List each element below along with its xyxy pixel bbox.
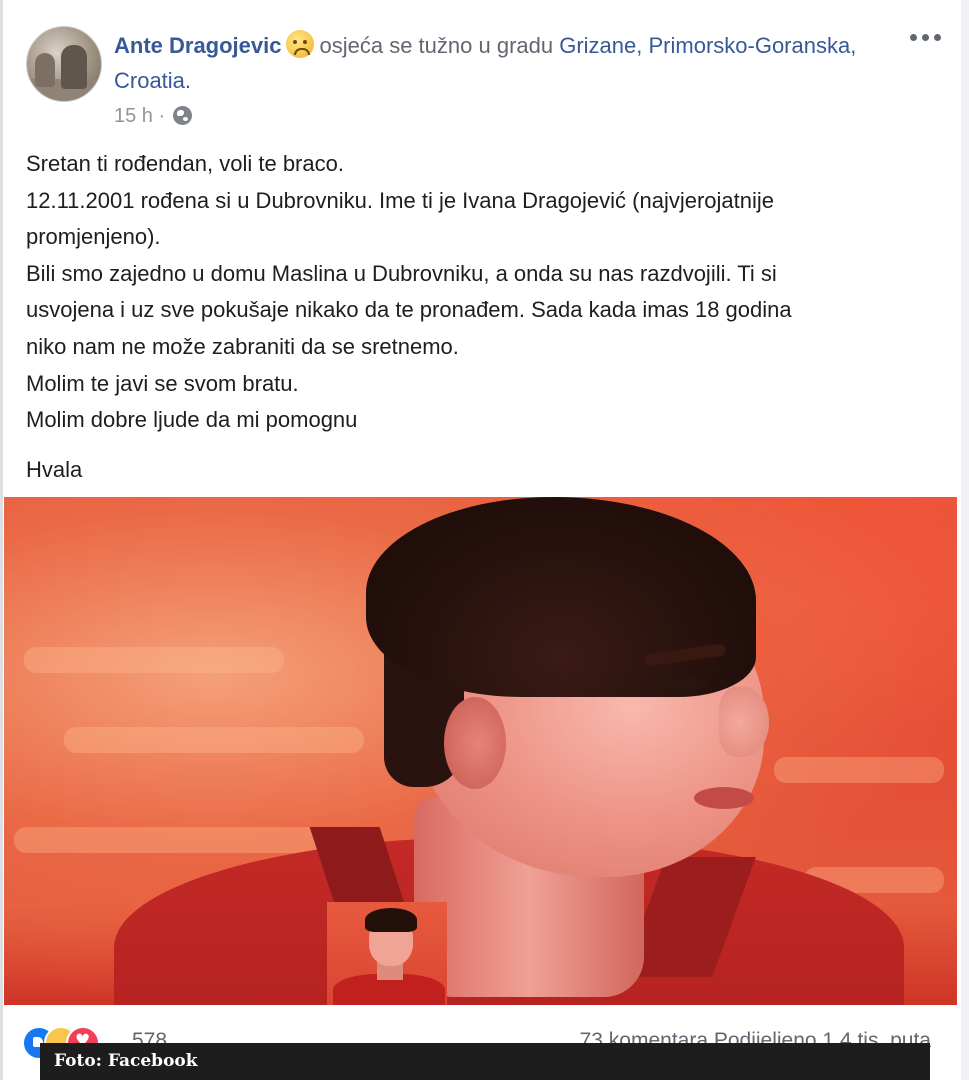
- photo-inset-thumbnail: [327, 902, 447, 1005]
- meta-separator: ·: [158, 105, 166, 127]
- post-closing: Hvala: [26, 456, 83, 482]
- sad-emoji-icon: [285, 30, 314, 58]
- post-line: usvojena i uz sve pokušaje nikako da te …: [26, 297, 792, 323]
- post-photo[interactable]: [4, 497, 957, 1005]
- timestamp-link[interactable]: 15 h: [114, 105, 153, 127]
- post-line: Bili smo zajedno u domu Maslina u Dubrov…: [26, 260, 777, 286]
- post-body: Sretan ti rođendan, voli te braco. 12.11…: [26, 146, 926, 488]
- photo-credit-bar: Foto: Facebook: [40, 1043, 930, 1080]
- post-right-border: [961, 0, 969, 1080]
- post-line: Sretan ti rođendan, voli te braco.: [26, 151, 344, 176]
- globe-icon[interactable]: [172, 106, 192, 125]
- author-avatar[interactable]: [26, 26, 102, 102]
- more-options-icon[interactable]: [910, 30, 944, 44]
- post-line: Molim dobre ljude da mi pomognu: [26, 407, 358, 433]
- facebook-post: Ante Dragojevic osjeća se tužno u gradu G…: [0, 0, 969, 1080]
- post-line: Molim te javi se svom bratu.: [26, 370, 299, 396]
- post-meta: 15 h ·: [114, 103, 192, 129]
- post-line: 12.11.2001 rođena si u Dubrovniku. Ime t…: [26, 187, 775, 213]
- author-name-link[interactable]: Ante Dragojevic: [114, 33, 282, 58]
- post-line: niko nam ne može zabraniti da se sretnem…: [26, 333, 459, 359]
- post-header: Ante Dragojevic osjeća se tužno u gradu G…: [114, 28, 904, 98]
- feeling-text: osjeća se tužno u gradu: [319, 33, 554, 58]
- post-left-border: [0, 0, 3, 1080]
- photo-credit: Foto: Facebook: [54, 1051, 198, 1071]
- post-line: promjenjeno).: [26, 224, 161, 250]
- photo-hair: [366, 497, 756, 697]
